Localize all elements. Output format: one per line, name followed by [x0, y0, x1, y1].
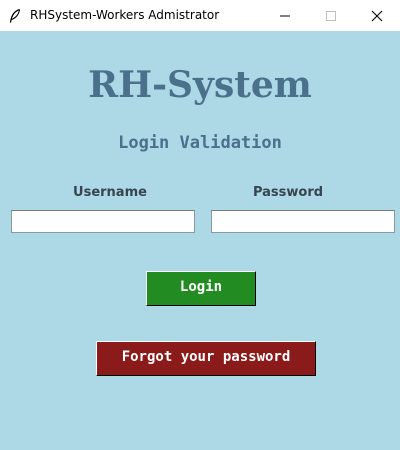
password-label: Password [252, 185, 324, 200]
login-button[interactable]: Login [146, 271, 256, 306]
close-icon [371, 10, 383, 22]
page-subtitle: Login Validation [118, 133, 282, 153]
feather-icon [9, 8, 21, 23]
forgot-password-button[interactable]: Forgot your password [96, 341, 316, 376]
window-title: RHSystem-Workers Admistrator [30, 8, 220, 22]
minimize-icon [280, 15, 290, 17]
maximize-button[interactable] [308, 0, 354, 31]
close-button[interactable] [354, 0, 400, 31]
username-input[interactable] [11, 210, 195, 233]
username-label: Username [73, 185, 147, 200]
login-panel: RH-System Login Validation Username Pass… [0, 31, 400, 450]
page-title: RH-System [88, 64, 312, 106]
maximize-icon [326, 11, 336, 21]
password-input[interactable] [211, 210, 395, 233]
minimize-button[interactable] [262, 0, 308, 31]
title-bar[interactable]: RHSystem-Workers Admistrator [0, 0, 400, 31]
app-window: RHSystem-Workers Admistrator RH-System L… [0, 0, 400, 450]
